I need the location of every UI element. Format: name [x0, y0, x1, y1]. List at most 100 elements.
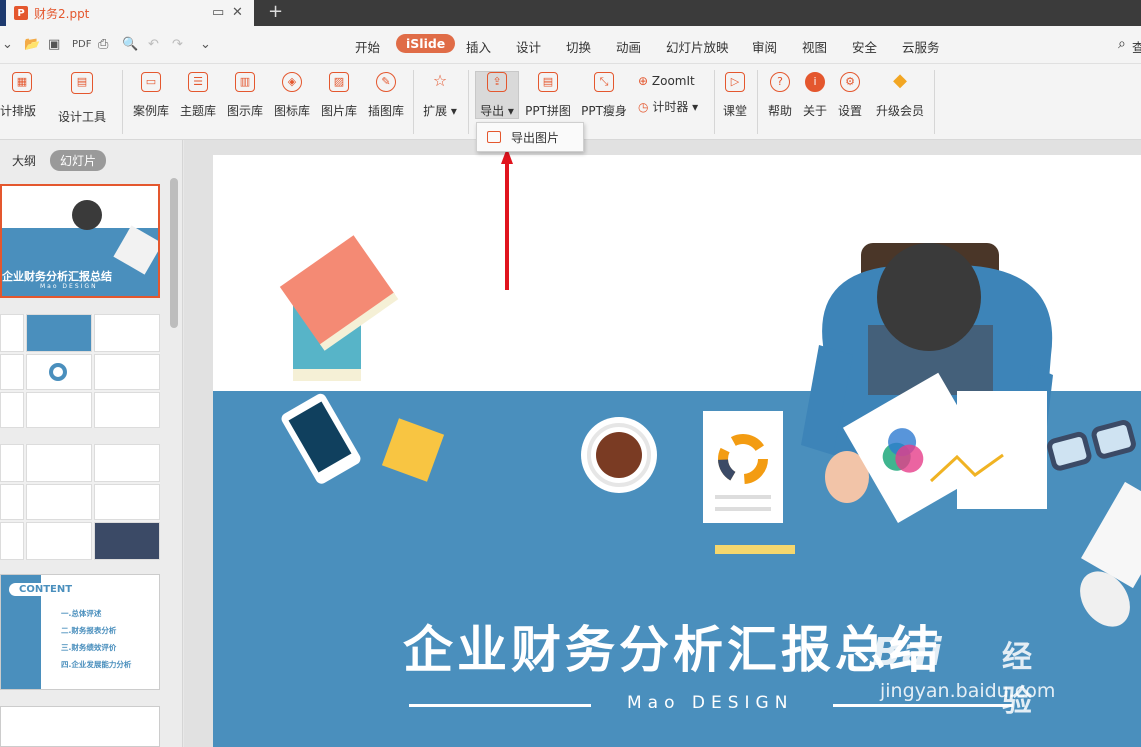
ruler [715, 545, 795, 554]
tab-slides[interactable]: 幻灯片 [50, 150, 107, 171]
menu-cloud[interactable]: 云服务 [902, 37, 940, 56]
tab-outline[interactable]: 大纲 [12, 152, 36, 169]
document-tab[interactable]: P 财务2.ppt ▭ ✕ [6, 0, 254, 26]
content-item: 二.财务报表分析 [61, 626, 117, 635]
thumb-person-head [72, 200, 102, 230]
slides-panel: 大纲 幻灯片 企业财务分析汇报总结 Mao DESIGN CONTENT 一.总… [0, 140, 183, 747]
grid-cell [0, 522, 24, 560]
upgrade-button[interactable]: ◆ 升级会员 [872, 72, 928, 119]
menu-transition[interactable]: 切换 [566, 37, 591, 56]
content-item: 一.总体评述 [61, 609, 102, 618]
theme-lib-button[interactable]: ☰ 主题库 [178, 72, 218, 119]
icon-lib-label: 图标库 [273, 104, 310, 118]
person-head [877, 243, 981, 351]
gear-icon: ⚙ [840, 72, 860, 92]
menu-slideshow[interactable]: 幻灯片放映 [666, 37, 729, 56]
chart-lib-icon: ▥ [235, 72, 255, 92]
panel-scrollbar[interactable] [170, 178, 178, 328]
illustration-lib-label: 插图库 [367, 104, 404, 118]
diamond-icon: ◆ [893, 70, 907, 91]
extend-button[interactable]: ☆ 扩展 ▾ [421, 72, 459, 119]
search-label[interactable]: 查 [1132, 37, 1141, 56]
ribbon-separator [122, 70, 123, 134]
slide-thumbnail-3[interactable] [0, 444, 160, 560]
close-tab-icon[interactable]: ✕ [232, 5, 243, 20]
open-folder-icon[interactable]: 📂 [24, 37, 40, 52]
undo-icon[interactable]: ↶ [148, 37, 159, 52]
image-lib-label: 图片库 [320, 104, 357, 118]
ppt-slim-label: PPT瘦身 [581, 104, 627, 118]
illustration-lib-button[interactable]: ✎ 插图库 [366, 72, 406, 119]
slide-thumbnail-1[interactable]: 企业财务分析汇报总结 Mao DESIGN [0, 184, 160, 298]
layout-label: 计排版 [0, 104, 37, 118]
grid-cell [0, 484, 24, 520]
image-lib-button[interactable]: ▨ 图片库 [319, 72, 359, 119]
export-button[interactable]: ⇪ 导出 ▾ [475, 72, 519, 119]
help-icon: ? [770, 72, 790, 92]
baidu-watermark: Bai 经验 jingyan.baidu.com [872, 630, 1055, 719]
phone-shape [281, 393, 361, 484]
pdf-icon[interactable]: PDF [72, 39, 91, 50]
print-icon[interactable]: ⎙ [98, 37, 108, 52]
zoomit-button[interactable]: ⊕ ZoomIt [638, 74, 695, 88]
slide-subtitle[interactable]: Mao DESIGN [627, 693, 793, 713]
watermark-brand: Bai [872, 630, 943, 674]
menu-islide[interactable]: iSlide [396, 34, 456, 53]
menu-view[interactable]: 视图 [802, 37, 827, 56]
extend-label: 扩展 ▾ [423, 104, 457, 118]
menu-design[interactable]: 设计 [516, 37, 541, 56]
save-icon[interactable]: ▣ [48, 37, 60, 52]
menu-review[interactable]: 审阅 [752, 37, 777, 56]
menu-security[interactable]: 安全 [852, 37, 877, 56]
customize-icon[interactable]: ⌄ [200, 37, 211, 52]
classroom-button[interactable]: ▷ 课堂 [720, 72, 750, 119]
slide-thumbnail-4[interactable]: CONTENT 一.总体评述 二.财务报表分析 三.财务绩效评价 四.企业发展能… [0, 574, 160, 690]
grid-cell [94, 392, 160, 428]
slide-thumbnail-2[interactable] [0, 314, 160, 428]
design-tools-button[interactable]: ▤ 设计工具 [56, 72, 108, 125]
menu-home[interactable]: 开始 [355, 37, 380, 56]
layout-button[interactable]: ▦ 计排版 [0, 72, 44, 119]
grid-cell [0, 354, 24, 390]
red-arrow-annotation [501, 148, 513, 290]
menu-insert[interactable]: 插入 [466, 37, 491, 56]
menu-chevron-icon[interactable]: ⌄ [2, 37, 13, 52]
settings-label: 设置 [837, 104, 862, 118]
ppt-collage-button[interactable]: ▤ PPT拼图 [524, 72, 572, 119]
grid-cell [26, 444, 92, 482]
grid-cell [94, 314, 160, 352]
slide-title[interactable]: 企业财务分析汇报总结 [403, 610, 943, 682]
case-lib-button[interactable]: ▭ 案例库 [131, 72, 171, 119]
icon-lib-button[interactable]: ◈ 图标库 [272, 72, 312, 119]
document-tab-title: 财务2.ppt [34, 6, 90, 21]
export-image-item[interactable]: 导出图片 [511, 129, 559, 146]
zoom-icon: ⊕ [638, 74, 649, 88]
export-label: 导出 ▾ [480, 104, 514, 118]
sticky-note [381, 418, 445, 482]
ribbon-separator [413, 70, 414, 134]
timer-button[interactable]: ◷ 计时器 ▾ [638, 98, 698, 115]
chart-lib-button[interactable]: ▥ 图示库 [225, 72, 265, 119]
grid-cell [94, 522, 160, 560]
menu-animation[interactable]: 动画 [616, 37, 641, 56]
grid-cell [0, 392, 24, 428]
redo-icon[interactable]: ↷ [172, 37, 183, 52]
layout-icon: ▦ [12, 72, 32, 92]
case-lib-label: 案例库 [132, 104, 169, 118]
preview-icon[interactable]: 🔍 [122, 37, 138, 52]
export-dropdown-menu: 导出图片 [476, 122, 584, 152]
window-mode-icon[interactable]: ▭ [212, 5, 224, 20]
ribbon-separator [934, 70, 935, 134]
help-button[interactable]: ? 帮助 [765, 72, 795, 119]
grid-cell [26, 314, 92, 352]
settings-button[interactable]: ⚙ 设置 [835, 72, 865, 119]
about-button[interactable]: i 关于 [800, 72, 830, 119]
search-icon[interactable]: ⌕ [1118, 36, 1126, 52]
new-tab-button[interactable]: + [268, 1, 283, 22]
grid-cell [0, 444, 24, 482]
ppt-slim-button[interactable]: ⤡ PPT瘦身 [580, 72, 628, 119]
content-item: 四.企业发展能力分析 [61, 660, 132, 669]
slide-thumbnail-5[interactable] [0, 706, 160, 747]
glasses [1047, 420, 1136, 471]
thumb-title: 企业财务分析汇报总结 [2, 270, 112, 283]
